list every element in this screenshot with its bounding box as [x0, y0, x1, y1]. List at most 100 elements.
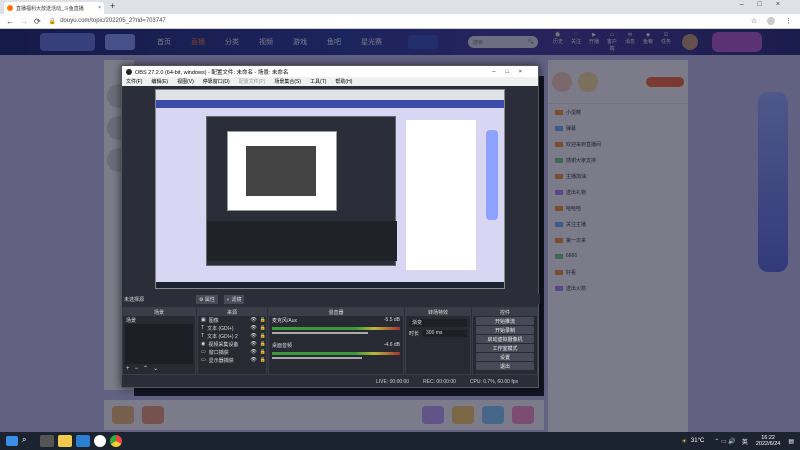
menu-view[interactable]: 视图(V) [177, 78, 194, 85]
search-taskbar-icon[interactable]: ⌕ [22, 435, 36, 447]
remove-icon[interactable]: − [135, 366, 144, 372]
add-icon[interactable]: + [126, 366, 135, 372]
reload-icon[interactable]: ⟳ [34, 17, 41, 26]
lock-source-icon[interactable]: 🔒 [260, 349, 266, 355]
visibility-icon[interactable]: 👁 [250, 357, 256, 363]
nav-video[interactable]: 视频 [259, 37, 273, 47]
ime-indicator[interactable]: 英 [742, 437, 748, 446]
up-icon[interactable]: ⌃ [143, 366, 153, 372]
source-item[interactable]: ▣ 图像 👁 🔒 [198, 316, 266, 324]
fish-food-icon[interactable]: ◆ 鱼粮 [642, 32, 654, 52]
gift-icon[interactable] [422, 406, 444, 424]
gift-icon[interactable] [112, 406, 134, 424]
bookmark-star-icon[interactable]: ☆ [751, 17, 757, 25]
nav-yuba[interactable]: 鱼吧 [327, 37, 341, 47]
download-badge[interactable] [408, 35, 438, 49]
gift-icon[interactable] [452, 406, 474, 424]
visibility-icon[interactable]: 👁 [250, 317, 256, 323]
menu-edit[interactable]: 编辑(E) [151, 78, 168, 85]
visibility-icon[interactable]: 👁 [250, 333, 256, 339]
filters-button[interactable]: ◐ 滤镜 [223, 294, 245, 304]
back-icon[interactable]: ← [6, 17, 14, 26]
broadcast-icon[interactable]: ▶ 开播 [588, 32, 600, 52]
source-item[interactable]: ◉ 视频采集设备 👁 🔒 [198, 340, 266, 348]
nav-home[interactable]: 首页 [157, 37, 171, 47]
visibility-icon[interactable]: 👁 [250, 341, 256, 347]
settings-button[interactable]: 设置 [476, 353, 534, 361]
tray-icons[interactable]: ⌃ ▭ 🔊 [714, 438, 736, 445]
profile-icon[interactable] [767, 17, 775, 25]
duration-input[interactable]: 300 ms [423, 330, 467, 337]
lock-source-icon[interactable]: 🔒 [260, 333, 266, 339]
source-item[interactable]: ▭ 窗口捕获 👁 🔒 [198, 348, 266, 356]
studio-mode-button[interactable]: 工作室模式 [476, 344, 534, 352]
avatar[interactable] [682, 34, 698, 50]
start-streaming-button[interactable]: 开始推流 [476, 317, 534, 325]
menu-file[interactable]: 文件(F) [126, 78, 142, 85]
exit-button[interactable]: 退出 [476, 362, 534, 370]
pc-live-button[interactable] [646, 76, 684, 87]
rank-avatar-1[interactable] [552, 71, 572, 92]
history-icon[interactable]: ⌚ 历史 [552, 32, 564, 52]
lock-source-icon[interactable]: 🔒 [260, 317, 266, 323]
task-view-icon[interactable] [40, 435, 54, 447]
obs-preview[interactable] [155, 89, 505, 289]
source-item[interactable]: T 文本 (GDI+) 2 👁 🔒 [198, 332, 266, 340]
visibility-icon[interactable]: 👁 [250, 349, 256, 355]
menu-help[interactable]: 帮助(H) [335, 78, 352, 85]
url-field[interactable]: douyu.com/topic/202205_2?rid=703747 [60, 18, 166, 24]
volume-slider[interactable] [272, 332, 368, 334]
window-controls[interactable]: –□× [740, 1, 794, 8]
obs-window-controls[interactable]: –□× [492, 69, 532, 75]
new-tab-icon[interactable]: + [110, 1, 115, 11]
virtual-camera-button[interactable]: 启动虚拟摄像机 [476, 335, 534, 343]
follow-icon[interactable]: ♡ 关注 [570, 32, 582, 52]
user-badge-icon [555, 157, 563, 163]
close-tab-icon[interactable]: × [98, 5, 101, 11]
chrome-icon[interactable] [110, 435, 122, 447]
nav-starlight[interactable]: 星光赛 [361, 37, 382, 47]
windows-start-icon[interactable] [6, 436, 18, 446]
start-recording-button[interactable]: 开始录制 [476, 326, 534, 334]
menu-docks[interactable]: 停靠窗口(D) [203, 78, 230, 85]
scene-item[interactable]: 场景 [123, 316, 195, 324]
volume-slider[interactable] [272, 357, 362, 359]
lock-source-icon[interactable]: 🔒 [260, 325, 266, 331]
message-icon[interactable]: ✉ 消息 [624, 32, 636, 52]
lock-source-icon[interactable]: 🔒 [260, 341, 266, 347]
image-icon: ▣ [201, 317, 206, 323]
lock-source-icon[interactable]: 🔒 [260, 357, 266, 363]
search-box[interactable]: 搜索 🔍 [468, 36, 538, 48]
chat-message: 第一次来 [552, 236, 684, 244]
source-item[interactable]: T 文本 (GDI+) 👁 🔒 [198, 324, 266, 332]
gift-icon[interactable] [512, 406, 534, 424]
gift-icon[interactable] [142, 406, 164, 424]
client-icon[interactable]: ▭ 客户端 [606, 32, 618, 52]
rank-avatar-2[interactable] [578, 71, 598, 92]
nav-live[interactable]: 直播 [191, 37, 205, 47]
nav-game[interactable]: 游戏 [293, 37, 307, 47]
task-icon[interactable]: ☑ 任务 [660, 32, 672, 52]
search-icon[interactable]: 🔍 [528, 39, 534, 45]
visibility-icon[interactable]: 👁 [250, 325, 256, 331]
menu-profile[interactable]: 配置文件(P) [239, 78, 266, 85]
menu-tools[interactable]: 工具(T) [310, 78, 326, 85]
forward-icon[interactable]: → [20, 17, 28, 26]
transition-select[interactable]: 渐变 [409, 319, 467, 327]
source-item[interactable]: ▭ 显示器捕获 👁 🔒 [198, 356, 266, 364]
obs-taskbar-icon[interactable] [94, 435, 106, 447]
menu-scene-collection[interactable]: 场景集合(S) [274, 78, 301, 85]
gift-icon[interactable] [482, 406, 504, 424]
user-badge-icon [555, 285, 563, 291]
nav-category[interactable]: 分类 [225, 37, 239, 47]
browser-tab[interactable]: 直播福利大放送活动_斗鱼直播 × [4, 2, 104, 14]
weather-widget[interactable]: ☀ 31°C [682, 438, 705, 445]
menu-dots-icon[interactable]: ⋮ [785, 17, 792, 25]
clock[interactable]: 16:22 2022/6/24 [756, 435, 780, 447]
douyu-logo[interactable] [40, 33, 95, 51]
down-icon[interactable]: ⌄ [153, 366, 163, 372]
properties-button[interactable]: ⚙ 属性 [196, 294, 218, 304]
notification-icon[interactable]: ▤ [788, 438, 794, 445]
mail-icon[interactable] [76, 435, 90, 447]
file-explorer-icon[interactable] [58, 435, 72, 447]
